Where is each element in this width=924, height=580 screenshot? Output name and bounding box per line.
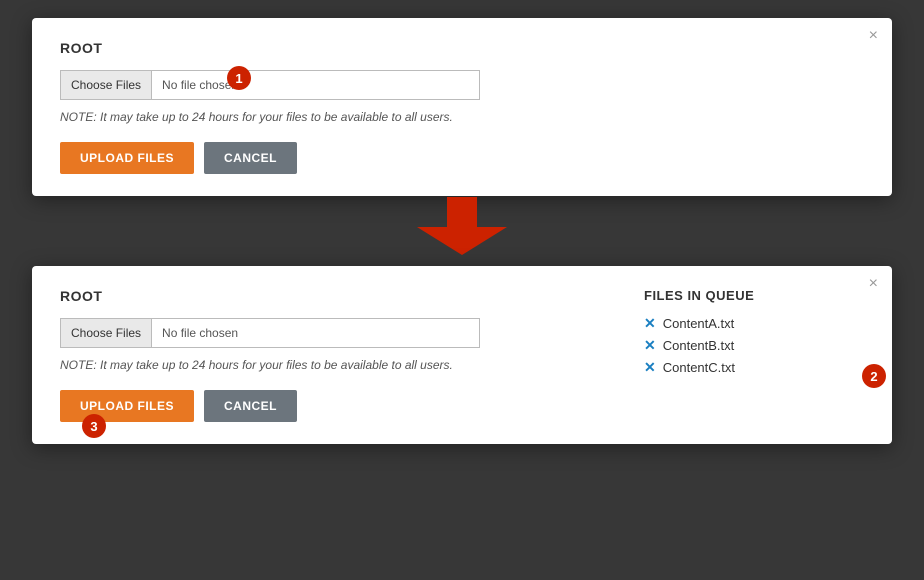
bottom-note: NOTE: It may take up to 24 hours for you… [60,358,614,372]
bottom-file-input-row: Choose Files No file chosen [60,318,614,348]
bottom-dialog-actions: UPLOAD FILES CANCEL [60,390,614,422]
bottom-dialog-title: ROOT [60,288,614,304]
queue-item-remove-icon[interactable]: ✕ [644,337,656,354]
annotation-badge-2: 2 [862,364,886,388]
queue-item: ✕ ContentB.txt [644,337,864,354]
bottom-choose-files-btn[interactable]: Choose Files [61,319,152,347]
top-dialog: × ROOT 1 Choose Files No file chosen NOT… [32,18,892,196]
bottom-dialog-left: ROOT Choose Files No file chosen NOTE: I… [60,288,614,422]
top-upload-button[interactable]: UPLOAD FILES [60,142,194,174]
top-cancel-button[interactable]: CANCEL [204,142,297,174]
top-file-input-wrapper: Choose Files No file chosen [60,70,480,100]
bottom-cancel-button[interactable]: CANCEL [204,390,297,422]
bottom-dialog-close[interactable]: × [869,276,878,292]
bottom-upload-button[interactable]: UPLOAD FILES [60,390,194,422]
top-note: NOTE: It may take up to 24 hours for you… [60,110,864,124]
queue-item-name: ContentC.txt [663,360,735,375]
annotation-badge-1: 1 [227,66,251,90]
bottom-dialog: × ROOT Choose Files No file chosen NOTE:… [32,266,892,444]
queue-item-remove-icon[interactable]: ✕ [644,359,656,376]
queue-item: ✕ ContentA.txt [644,315,864,332]
top-dialog-close[interactable]: × [869,28,878,44]
bottom-dialog-inner: ROOT Choose Files No file chosen NOTE: I… [60,288,864,422]
queue-item-name: ContentB.txt [663,338,735,353]
queue-list: ✕ ContentA.txt ✕ ContentB.txt ✕ ContentC.txt [644,315,864,376]
bottom-file-input-wrapper: Choose Files No file chosen [60,318,480,348]
annotation-badge-3: 3 [82,414,106,438]
queue-item-remove-icon[interactable]: ✕ [644,315,656,332]
down-arrow-icon [417,197,507,255]
bottom-dialog-right: FILES IN QUEUE ✕ ContentA.txt ✕ ContentB.tx… [644,288,864,422]
top-dialog-title: ROOT [60,40,864,56]
bottom-file-name: No file chosen [152,326,238,340]
queue-item: ✕ ContentC.txt [644,359,864,376]
top-dialog-actions: UPLOAD FILES CANCEL [60,142,864,174]
top-choose-files-btn[interactable]: Choose Files [61,71,152,99]
arrow-area [417,196,507,256]
queue-item-name: ContentA.txt [663,316,735,331]
queue-title: FILES IN QUEUE [644,288,864,303]
top-file-input-row: Choose Files No file chosen [60,70,864,100]
top-file-name: No file chosen [152,78,238,92]
